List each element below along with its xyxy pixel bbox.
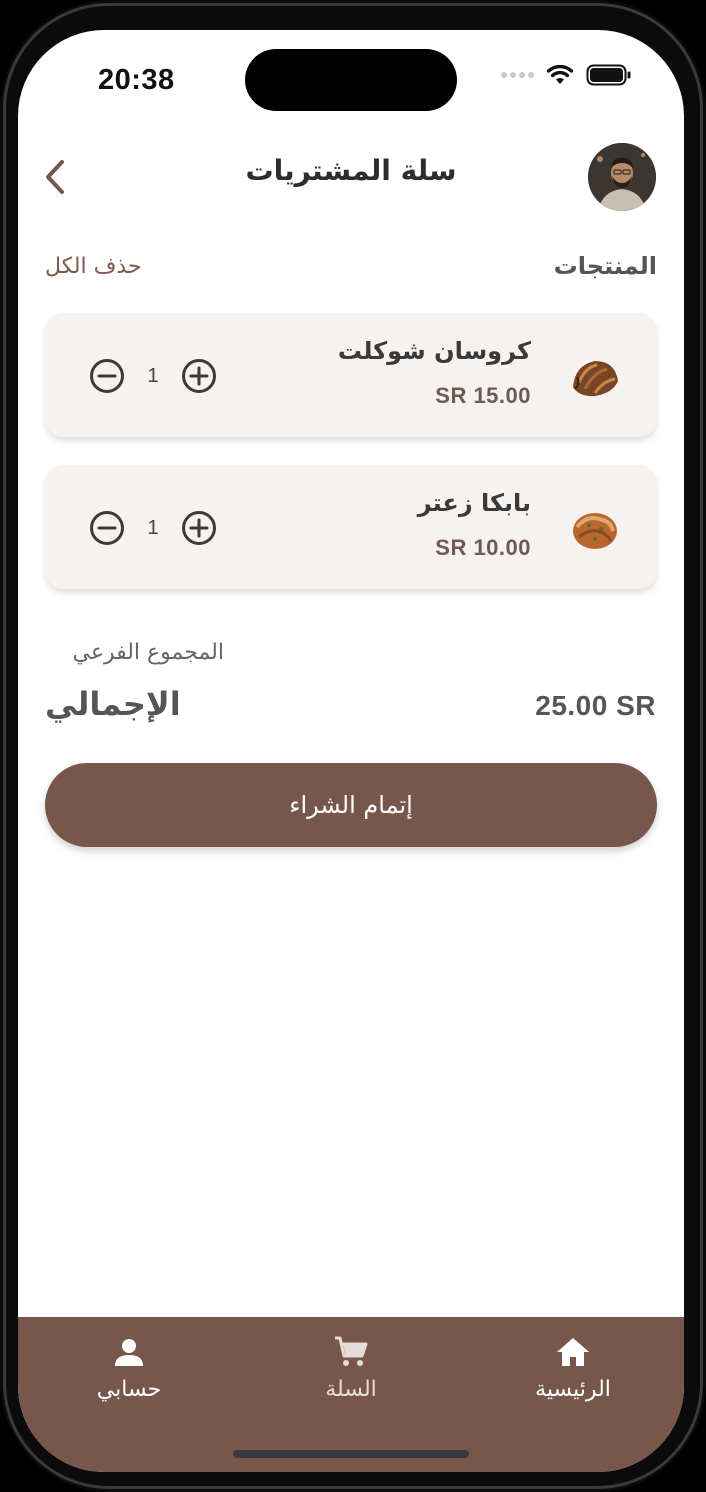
wifi-icon — [546, 64, 574, 84]
cart-icon — [335, 1336, 368, 1366]
subtotal-label: المجموع الفرعي — [72, 640, 225, 665]
phone-frame: 20:38 سلة المشتريات المنتجات حذف الكل كر… — [0, 0, 706, 1492]
delete-all-button[interactable]: حذف الكل — [45, 254, 142, 279]
page-title: سلة المشتريات — [245, 154, 457, 187]
home-icon — [557, 1338, 589, 1366]
signal-dots-icon — [501, 72, 534, 78]
plus-circle-icon[interactable] — [181, 358, 217, 394]
product-name: بابكا زعتر — [417, 489, 531, 517]
tab-label: حسابي — [96, 1377, 162, 1402]
cart-item-card: كروسان شوكلت SR 15.00 1 — [45, 313, 657, 437]
total-label: الإجمالي — [45, 685, 181, 723]
person-icon — [115, 1339, 143, 1366]
total-value: 25.00 SR — [535, 690, 656, 721]
products-section-label: المنتجات — [553, 252, 657, 280]
status-icons — [501, 64, 632, 86]
product-price: SR 10.00 — [435, 535, 531, 560]
quantity-value: 1 — [147, 516, 159, 539]
product-name: كروسان شوكلت — [337, 337, 531, 365]
tab-account[interactable]: حسابي — [59, 1335, 199, 1402]
bottom-tab-bar: حسابي السلة الرئيسية — [18, 1317, 684, 1472]
product-image-croissant — [573, 361, 618, 397]
tab-home[interactable]: الرئيسية — [503, 1335, 643, 1402]
status-time: 20:38 — [98, 64, 175, 96]
plus-circle-icon[interactable] — [181, 510, 217, 546]
tab-label: الرئيسية — [535, 1377, 611, 1402]
battery-icon — [586, 64, 631, 86]
dynamic-island — [245, 49, 457, 111]
minus-circle-icon[interactable] — [89, 358, 125, 394]
quantity-stepper: 1 — [89, 510, 217, 546]
tab-cart[interactable]: السلة — [281, 1335, 421, 1402]
product-price: SR 15.00 — [435, 383, 531, 408]
quantity-value: 1 — [147, 364, 159, 387]
app-screen: 20:38 سلة المشتريات المنتجات حذف الكل كر… — [18, 30, 684, 1472]
quantity-stepper: 1 — [89, 358, 217, 394]
checkout-button[interactable]: إتمام الشراء — [45, 763, 657, 847]
avatar[interactable] — [588, 143, 656, 211]
tab-label: السلة — [325, 1377, 377, 1402]
cart-item-card: بابكا زعتر SR 10.00 1 — [45, 465, 657, 589]
avatar-photo — [588, 143, 656, 211]
products-section-header: المنتجات حذف الكل — [45, 252, 657, 288]
home-indicator[interactable] — [233, 1450, 469, 1458]
minus-circle-icon[interactable] — [89, 510, 125, 546]
product-image-babka — [573, 513, 617, 549]
